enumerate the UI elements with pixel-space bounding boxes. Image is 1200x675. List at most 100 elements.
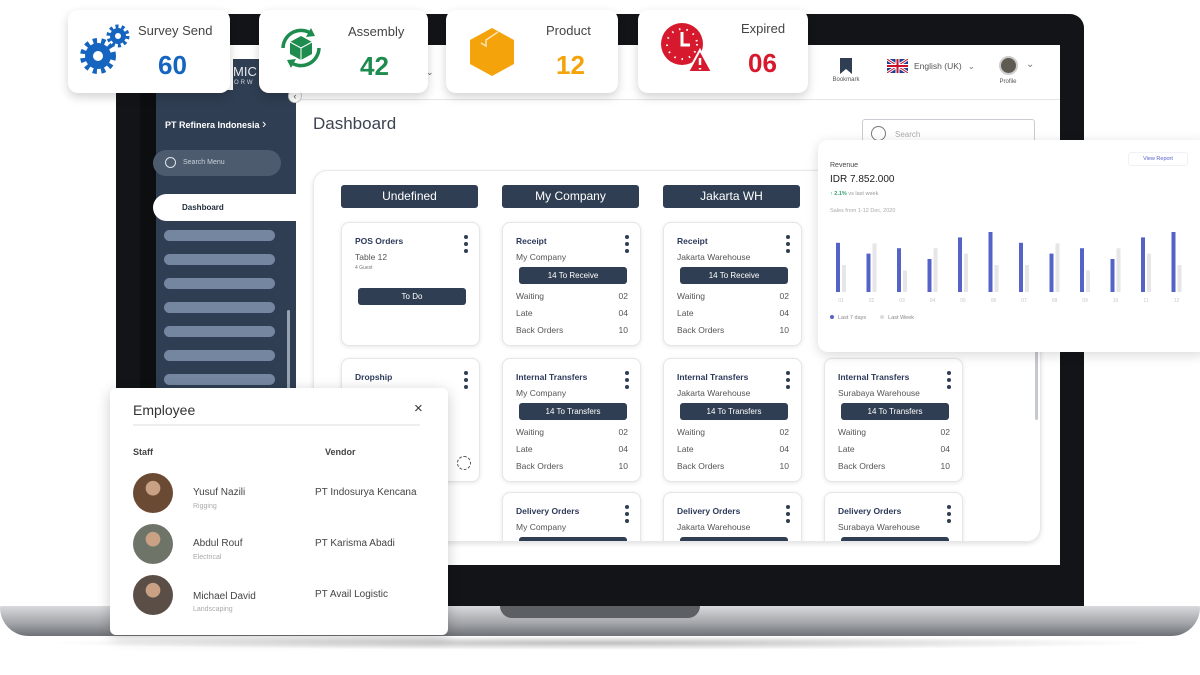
logo-subtext: ORW [234, 80, 255, 86]
stat-value: 12 [556, 50, 585, 80]
card-title: Internal Transfers [838, 372, 910, 382]
card-stat-row: Late 04 [677, 308, 789, 318]
card-action-button[interactable]: To Do [358, 288, 466, 305]
revenue-change: ↑ 2.1% vs last week [830, 191, 878, 197]
search-menu-input[interactable]: Search Menu [153, 150, 281, 176]
more-options-icon[interactable] [947, 371, 951, 392]
operation-card[interactable]: Delivery Orders Jakarta Warehouse [663, 492, 802, 541]
bar-last-7-days [1171, 232, 1176, 292]
stat-card-product[interactable]: Product 12 [446, 10, 618, 93]
bar-last-week [1025, 265, 1029, 292]
card-stat-row: Late 04 [838, 444, 950, 454]
profile-avatar [998, 56, 1018, 75]
more-options-icon[interactable] [464, 371, 468, 392]
operation-card[interactable]: Internal Transfers My Company 14 To Transf… [502, 358, 641, 482]
company-name[interactable]: PT Refinera Indonesia [165, 120, 260, 130]
stat-card-survey-send[interactable]: Survey Send 60 [68, 10, 230, 93]
row-label: Late [516, 444, 533, 454]
revenue-card: Revenue IDR 7.852.000 ↑ 2.1% vs last wee… [818, 140, 1200, 352]
card-action-button[interactable]: 14 To Receive [519, 267, 627, 284]
stat-card-expired[interactable]: Expired 06 [638, 10, 808, 93]
sidebar-item-placeholder[interactable] [164, 302, 275, 313]
sidebar-item-dashboard[interactable]: Dashboard [153, 194, 303, 221]
card-action-button[interactable]: 14 To Transfers [519, 403, 627, 420]
operation-card[interactable]: Delivery Orders Surabaya Warehouse [824, 492, 963, 541]
language-selector[interactable]: English (UK) ⌄ [887, 59, 975, 73]
row-label: Waiting [677, 291, 706, 301]
legend-label: Last Week [888, 315, 915, 321]
more-options-icon[interactable] [786, 371, 790, 392]
operation-card[interactable]: Internal Transfers Surabaya Warehouse 14 T… [824, 358, 963, 482]
bar-last-week [964, 253, 968, 292]
operation-card[interactable]: Internal Transfers Jakarta Warehouse 14 To… [663, 358, 802, 482]
operation-card[interactable]: Delivery Orders My Company [502, 492, 641, 541]
more-options-icon[interactable] [625, 505, 629, 526]
column-header[interactable]: Undefined [341, 185, 478, 208]
row-value: 10 [618, 461, 628, 471]
bar-last-week [1116, 248, 1121, 292]
row-label: Back Orders [516, 461, 564, 471]
column-header[interactable]: My Company [502, 185, 639, 208]
card-title: Receipt [677, 236, 708, 246]
more-options-icon[interactable] [786, 505, 790, 526]
sidebar-item-placeholder[interactable] [164, 374, 275, 385]
legend-label: Last 7 days [838, 315, 867, 321]
stat-card-assembly[interactable]: Assembly 42 [259, 10, 428, 93]
staff-role: Landscaping [193, 606, 233, 613]
x-tick-label: 08 [1052, 298, 1058, 304]
card-action-button[interactable] [519, 537, 627, 541]
chevron-right-icon[interactable]: › [262, 116, 266, 131]
bookmark-button[interactable]: Bookmark [826, 57, 866, 83]
card-action-button[interactable] [680, 537, 788, 541]
sidebar-item-placeholder[interactable] [164, 254, 275, 265]
vendor-name[interactable]: PT Indosurya Kencana [315, 487, 417, 498]
language-label: English (UK) [914, 61, 962, 71]
card-action-button[interactable]: 14 To Receive [680, 267, 788, 284]
legend-item-current: Last 7 days [830, 315, 866, 321]
clock-alert-icon [658, 20, 714, 81]
stat-value: 60 [158, 50, 187, 80]
sidebar-item-placeholder[interactable] [164, 350, 275, 361]
staff-name[interactable]: Abdul Rouf [193, 538, 242, 549]
operation-card[interactable]: Receipt Jakarta Warehouse 14 To Receive Wai… [663, 222, 802, 346]
bar-last-7-days [897, 248, 901, 292]
vendor-name[interactable]: PT Avail Logistic [315, 589, 388, 600]
settings-icon[interactable] [457, 456, 471, 470]
card-action-button[interactable]: 14 To Transfers [841, 403, 949, 420]
close-icon[interactable]: × [414, 400, 423, 417]
view-report-button[interactable]: View Report [1128, 152, 1188, 166]
vendor-name[interactable]: PT Karisma Abadi [315, 538, 395, 549]
card-action-button[interactable]: 14 To Transfers [680, 403, 788, 420]
more-options-icon[interactable] [625, 371, 629, 392]
card-title: Receipt [516, 236, 547, 246]
more-options-icon[interactable] [464, 235, 468, 256]
sidebar-item-placeholder[interactable] [164, 326, 275, 337]
row-label: Late [677, 308, 694, 318]
sidebar-item-placeholder[interactable] [164, 230, 275, 241]
operation-card[interactable]: Receipt My Company 14 To Receive Waiting 02 L… [502, 222, 641, 346]
more-options-icon[interactable] [786, 235, 790, 256]
bookmark-icon [840, 58, 852, 74]
row-label: Waiting [677, 427, 706, 437]
more-options-icon[interactable] [947, 505, 951, 526]
operation-card[interactable]: POS Orders Table 12 4 Guest To Do [341, 222, 480, 346]
row-label: Waiting [838, 427, 867, 437]
bar-last-week [903, 270, 907, 292]
x-tick-label: 05 [960, 298, 966, 304]
column-header[interactable]: Jakarta WH [663, 185, 800, 208]
bar-last-week [1055, 243, 1060, 292]
card-title: Internal Transfers [516, 372, 588, 382]
panel-scrollbar[interactable] [1035, 345, 1038, 420]
chevron-down-icon[interactable]: ⌄ [1026, 59, 1034, 70]
stat-value: 42 [360, 51, 389, 81]
staff-name[interactable]: Michael David [193, 591, 256, 602]
staff-role: Rigging [193, 503, 217, 510]
card-stat-row: Waiting 02 [516, 427, 628, 437]
row-value: 10 [779, 461, 789, 471]
bar-last-week [1086, 270, 1090, 292]
more-options-icon[interactable] [625, 235, 629, 256]
staff-name[interactable]: Yusuf Nazili [193, 487, 245, 498]
card-action-button[interactable] [841, 537, 949, 541]
profile-button[interactable]: Profile [992, 56, 1024, 85]
sidebar-item-placeholder[interactable] [164, 278, 275, 289]
